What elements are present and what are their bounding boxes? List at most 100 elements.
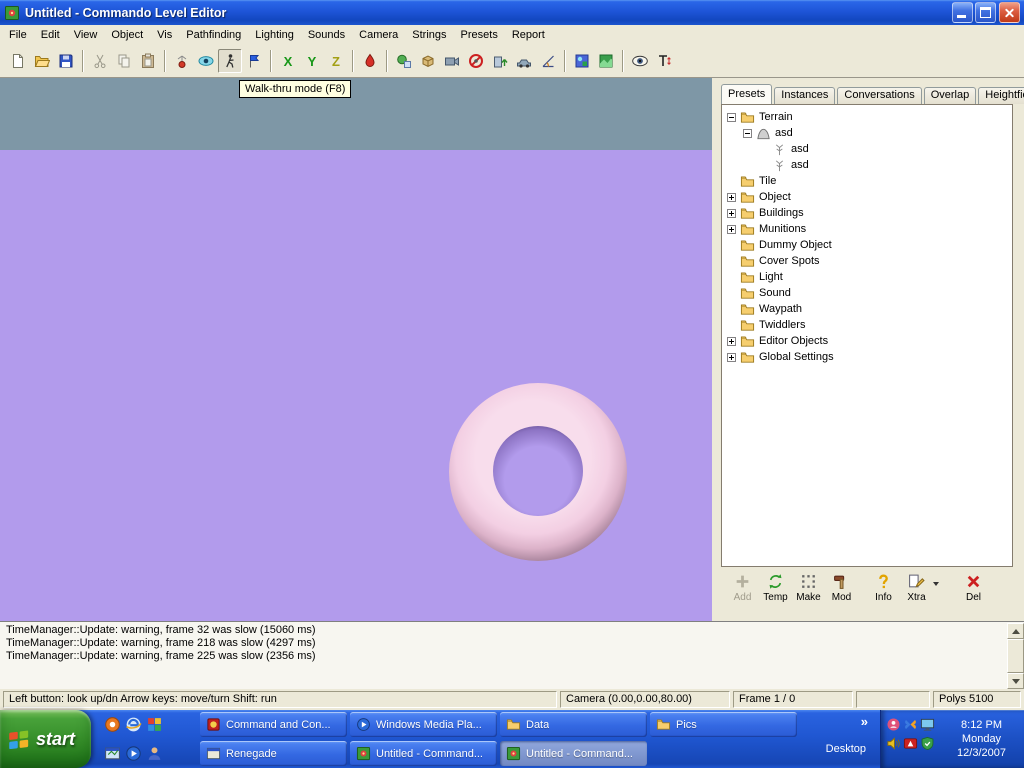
orbit-camera-button[interactable] [194, 49, 218, 73]
tree-item-terrain[interactable]: Terrain [724, 109, 1010, 125]
info-button[interactable]: Info [867, 573, 900, 603]
make-tile-button[interactable] [416, 49, 440, 73]
media-colors-quick-launch-button[interactable] [146, 716, 163, 733]
tree-item-asd[interactable]: asd [724, 125, 1010, 141]
internet-explorer-quick-launch-button[interactable] [125, 716, 142, 733]
tree-item-asd[interactable]: asd [724, 141, 1010, 157]
scroll-up-button[interactable] [1007, 623, 1024, 639]
task-button[interactable]: Data [500, 712, 647, 737]
texture-mode-1-button[interactable] [570, 49, 594, 73]
make-button[interactable]: Make [792, 573, 825, 603]
tree-item-object[interactable]: Object [724, 189, 1010, 205]
tree-item-sound[interactable]: Sound [724, 285, 1010, 301]
start-button[interactable]: start [0, 710, 91, 768]
collapse-toggle[interactable] [743, 129, 752, 138]
tree-item-light[interactable]: Light [724, 269, 1010, 285]
file-explorer-quick-launch-button[interactable] [104, 745, 121, 762]
menu-item-strings[interactable]: Strings [405, 27, 453, 43]
messenger-tray-button[interactable] [886, 717, 901, 732]
maximize-button[interactable] [975, 2, 996, 23]
del-button[interactable]: Del [957, 573, 990, 603]
walk-thru-mode-button[interactable] [218, 49, 242, 73]
title-bar[interactable]: Untitled - Commando Level Editor [0, 0, 1024, 25]
lock-y-axis-button[interactable]: Y [300, 49, 324, 73]
media-orb-quick-launch-button[interactable] [104, 716, 121, 733]
task-button[interactable]: Command and Con... [200, 712, 347, 737]
open-button[interactable] [30, 49, 54, 73]
volume-tray-button[interactable] [886, 736, 901, 751]
text-tool-button[interactable] [652, 49, 676, 73]
display-tray-button[interactable] [920, 717, 935, 732]
shield-tray-button[interactable] [920, 736, 935, 751]
menu-item-sounds[interactable]: Sounds [301, 27, 352, 43]
copy-button[interactable] [112, 49, 136, 73]
menu-item-file[interactable]: File [2, 27, 34, 43]
media-player-quick-launch-button[interactable] [125, 745, 142, 762]
tree-item-twiddlers[interactable]: Twiddlers [724, 317, 1010, 333]
tree-item-munitions[interactable]: Munitions [724, 221, 1010, 237]
make-object-button[interactable] [392, 49, 416, 73]
close-button[interactable] [999, 2, 1020, 23]
tab-overlap[interactable]: Overlap [924, 87, 977, 104]
msn-butterfly-tray-button[interactable] [903, 717, 918, 732]
expand-toggle[interactable] [727, 337, 736, 346]
preset-tree[interactable]: TerrainasdasdasdTileObjectBuildingsMunit… [721, 104, 1013, 567]
scroll-down-button[interactable] [1007, 673, 1024, 689]
expand-toggle[interactable] [727, 225, 736, 234]
menu-item-edit[interactable]: Edit [34, 27, 67, 43]
scroll-thumb[interactable] [1007, 639, 1024, 673]
paste-button[interactable] [136, 49, 160, 73]
user-quick-launch-button[interactable] [146, 745, 163, 762]
menu-item-report[interactable]: Report [505, 27, 552, 43]
cut-button[interactable] [88, 49, 112, 73]
temp-button[interactable]: Temp [759, 573, 792, 603]
waypath-flag-button[interactable] [242, 49, 266, 73]
task-button[interactable]: Renegade [200, 741, 347, 766]
tab-heightfield[interactable]: Heightfield [978, 87, 1024, 104]
expand-toggle[interactable] [727, 193, 736, 202]
xtra-dropdown-button[interactable] [933, 573, 944, 589]
menu-item-camera[interactable]: Camera [352, 27, 405, 43]
make-vehicle-button[interactable] [512, 49, 536, 73]
make-building-button[interactable] [488, 49, 512, 73]
new-file-button[interactable] [6, 49, 30, 73]
angle-tool-button[interactable] [536, 49, 560, 73]
tree-item-buildings[interactable]: Buildings [724, 205, 1010, 221]
tab-presets[interactable]: Presets [721, 84, 772, 104]
task-button[interactable]: Windows Media Pla... [350, 712, 497, 737]
task-button[interactable]: Untitled - Command... [500, 741, 647, 766]
tree-item-cover-spots[interactable]: Cover Spots [724, 253, 1010, 269]
mod-button[interactable]: Mod [825, 573, 858, 603]
viewport-3d[interactable] [0, 78, 712, 621]
tree-item-global-settings[interactable]: Global Settings [724, 349, 1010, 365]
xtra-button[interactable]: Xtra [900, 573, 933, 603]
toggle-visibility-button[interactable] [628, 49, 652, 73]
menu-item-lighting[interactable]: Lighting [248, 27, 301, 43]
tab-instances[interactable]: Instances [774, 87, 835, 104]
emitter-tool-button[interactable] [170, 49, 194, 73]
texture-mode-2-button[interactable] [594, 49, 618, 73]
expand-toggle[interactable] [727, 209, 736, 218]
menu-item-vis[interactable]: Vis [150, 27, 179, 43]
make-camera-button[interactable] [440, 49, 464, 73]
tab-conversations[interactable]: Conversations [837, 87, 921, 104]
add-button[interactable]: Add [726, 573, 759, 603]
desktop-toolbar-label[interactable]: Desktop [826, 743, 866, 755]
expand-toggle[interactable] [727, 353, 736, 362]
drop-to-ground-button[interactable] [358, 49, 382, 73]
menu-item-object[interactable]: Object [104, 27, 150, 43]
task-button[interactable]: Untitled - Command... [350, 741, 497, 766]
tree-item-asd[interactable]: asd [724, 157, 1010, 173]
menu-item-presets[interactable]: Presets [454, 27, 505, 43]
lock-x-axis-button[interactable]: X [276, 49, 300, 73]
save-button[interactable] [54, 49, 78, 73]
tree-item-editor-objects[interactable]: Editor Objects [724, 333, 1010, 349]
tree-item-waypath[interactable]: Waypath [724, 301, 1010, 317]
vis-blocker-button[interactable] [464, 49, 488, 73]
log-scrollbar[interactable] [1007, 623, 1024, 689]
overflow-chevron-icon[interactable]: » [861, 714, 868, 729]
menu-item-view[interactable]: View [67, 27, 105, 43]
task-button[interactable]: Pics [650, 712, 797, 737]
collapse-toggle[interactable] [727, 113, 736, 122]
minimize-button[interactable] [952, 2, 973, 23]
